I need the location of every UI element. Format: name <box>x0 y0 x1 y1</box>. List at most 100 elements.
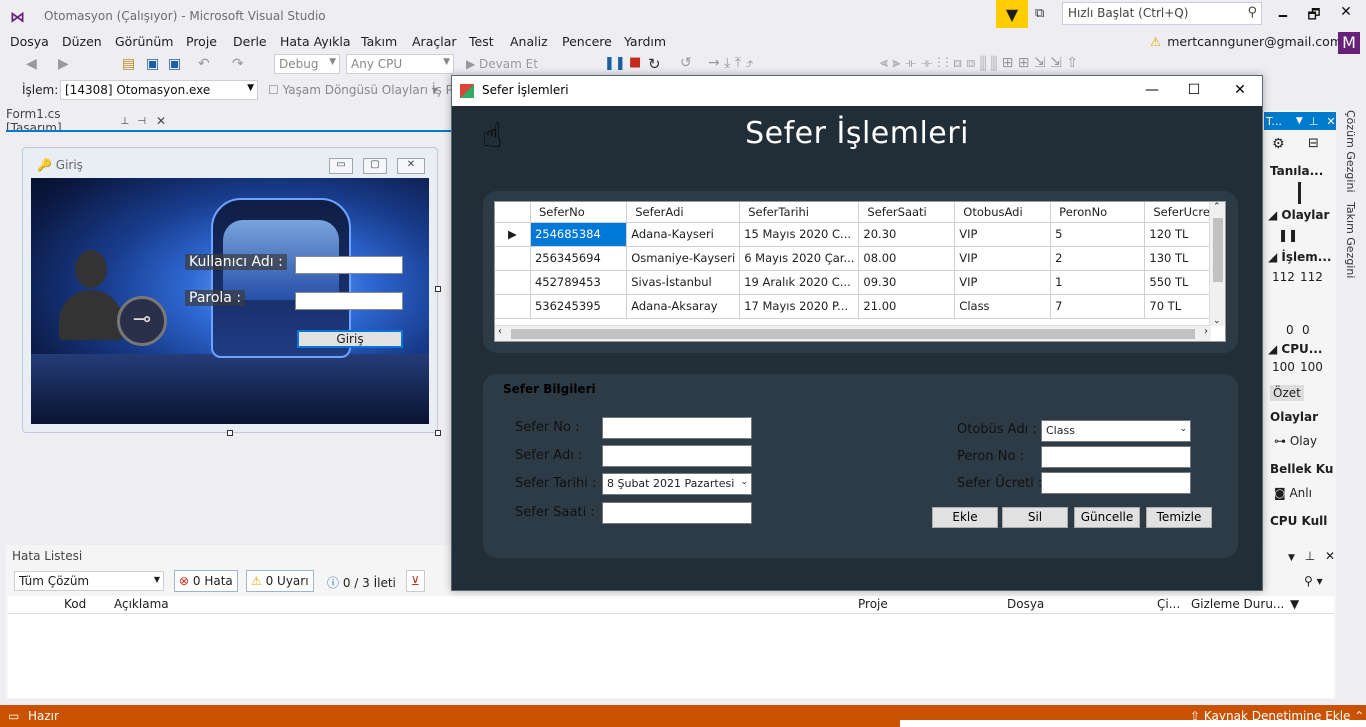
configuration-select[interactable]: Debug ▼ <box>274 54 340 74</box>
column-seferadi[interactable]: SeferAdi <box>626 202 741 223</box>
hot-reload-icon[interactable]: ↺ <box>680 55 692 71</box>
maximize-button[interactable]: 🗗 <box>1299 4 1329 24</box>
login-button[interactable]: Giriş <box>297 330 403 348</box>
table-cell[interactable]: 17 Mayıs 2020 P... <box>739 294 860 319</box>
menu-hata-ayikla[interactable]: Hata Ayıkla <box>280 34 351 49</box>
close-button[interactable]: ✕ <box>1331 4 1361 24</box>
scroll-thumb[interactable] <box>511 329 1195 339</box>
column-dosya[interactable]: Dosya <box>1007 597 1044 611</box>
scroll-right-icon[interactable]: › <box>1204 326 1208 337</box>
menu-duzen[interactable]: Düzen <box>62 34 102 49</box>
column-satir[interactable]: Çi... <box>1157 597 1180 611</box>
messages-filter-button[interactable]: ⓘ 0 / 3 İleti <box>322 570 401 592</box>
table-cell[interactable]: 09.30 <box>858 270 956 295</box>
scroll-up-icon[interactable]: ⌃ <box>1213 202 1221 212</box>
form-maximize-button[interactable]: ▢ <box>363 158 387 174</box>
clear-button[interactable]: Temizle <box>1146 507 1212 528</box>
add-button[interactable]: Ekle <box>932 507 998 528</box>
table-row[interactable]: ▶ 254685384 Adana-Kayseri 15 Mayıs 2020 … <box>495 222 1225 247</box>
tab-summary[interactable]: Özet <box>1270 385 1304 401</box>
dialog-minimize-button[interactable]: — <box>1142 82 1162 98</box>
redo-icon[interactable]: ↷ <box>232 56 244 72</box>
undo-icon[interactable]: ↶ <box>198 56 210 72</box>
tab-form1-designer[interactable]: Form1.cs [Tasarım] ⊥ ⊣ ✕ <box>6 107 166 135</box>
process-select[interactable]: [14308] Otomasyon.exe ▼ <box>60 80 258 100</box>
column-seferno[interactable]: SeferNo <box>530 202 628 223</box>
menu-proje[interactable]: Proje <box>186 34 217 49</box>
row-selector-icon[interactable]: ▶ <box>495 222 531 247</box>
table-row[interactable]: 536245395 Adana-Aksaray 17 Mayıs 2020 P.… <box>495 294 1225 319</box>
column-proje[interactable]: Proje <box>858 597 888 611</box>
table-cell[interactable]: Class <box>954 294 1052 319</box>
sefer-no-input[interactable] <box>602 417 752 439</box>
events-label[interactable]: ◢ Olaylar <box>1268 208 1329 222</box>
table-cell[interactable]: 536245395 <box>530 294 628 319</box>
table-cell[interactable]: 15 Mayıs 2020 C... <box>739 222 860 247</box>
close-tab-icon[interactable]: ✕ <box>156 114 166 128</box>
search-icon[interactable]: ⚲ ▾ <box>1304 574 1323 588</box>
table-cell[interactable]: VIP <box>954 222 1052 247</box>
table-cell[interactable]: 19 Aralık 2020 C... <box>739 270 860 295</box>
resize-handle[interactable] <box>435 430 441 436</box>
table-cell[interactable]: 21.00 <box>858 294 956 319</box>
layout-tools-icon[interactable]: ⫷ ⫸ ⟛ ⟛ ⫶ ⫶ ⧈ ⧈ ⫼ ⫼ ⊞ ⊞ ⇲ ⇲ ⇧ <box>880 55 1078 71</box>
column-otobusadi[interactable]: OtobusAdi <box>954 202 1052 223</box>
resize-handle[interactable] <box>227 430 233 436</box>
row-selector[interactable] <box>495 246 531 271</box>
forward-icon[interactable]: ▶ <box>58 56 69 72</box>
back-icon[interactable]: ◀ <box>26 56 37 72</box>
events-link[interactable]: ⊶ Olay <box>1274 434 1317 448</box>
table-cell[interactable]: 452789453 <box>530 270 628 295</box>
table-row[interactable]: 452789453 Sivas-İstanbul 19 Aralık 2020 … <box>495 270 1225 295</box>
open-folder-icon[interactable]: ▤ <box>122 56 135 72</box>
minimize-button[interactable]: 🗕 <box>1268 4 1298 24</box>
chevron-down-icon[interactable]: ▼ <box>1296 116 1303 126</box>
column-peronno[interactable]: PeronNo <box>1050 202 1146 223</box>
errors-filter-button[interactable]: ⊗ 0 Hata <box>174 570 238 592</box>
table-cell[interactable]: VIP <box>954 246 1052 271</box>
feedback-filter-icon[interactable]: ▼ <box>996 0 1028 28</box>
designer-login-form[interactable]: 🔑 Giriş ▭ ▢ ✕ ⊸ Kullanıcı Adı : Parola :… <box>22 147 438 433</box>
live-share-icon[interactable]: ⧉ <box>1035 6 1044 21</box>
menu-gorunum[interactable]: Görünüm <box>115 34 173 49</box>
column-sefersaati[interactable]: SeferSaati <box>858 202 956 223</box>
table-cell[interactable]: Sivas-İstanbul <box>626 270 741 295</box>
pause-icon[interactable]: ❚❚ <box>1278 228 1298 242</box>
platform-select[interactable]: Any CPU ▼ <box>346 54 454 74</box>
quick-launch-input[interactable]: Hızlı Başlat (Ctrl+Q) ⚲ <box>1062 2 1262 25</box>
sefer-data-grid[interactable]: SeferNo SeferAdi SeferTarihi SeferSaati … <box>494 201 1226 342</box>
table-cell[interactable]: 2 <box>1050 246 1146 271</box>
otobus-adi-select[interactable]: Class ⌄ <box>1041 420 1191 442</box>
column-gizleme[interactable]: Gizleme Duru... <box>1191 597 1284 611</box>
tab-solution-explorer[interactable]: Çözüm Gezgini <box>1344 110 1357 193</box>
sefer-adi-input[interactable] <box>602 445 752 467</box>
table-cell[interactable]: 08.00 <box>858 246 956 271</box>
menu-pencere[interactable]: Pencere <box>562 34 612 49</box>
username-input[interactable] <box>295 256 403 274</box>
form-minimize-button[interactable]: ▭ <box>329 158 353 174</box>
filter-icon[interactable]: ▼ <box>1290 597 1299 611</box>
table-cell[interactable]: 254685384 <box>530 222 628 247</box>
column-kod[interactable]: Kod <box>64 597 86 611</box>
export-icon[interactable]: ⊟ <box>1308 136 1319 151</box>
delete-button[interactable]: Sil <box>1002 507 1068 528</box>
form-close-button[interactable]: ✕ <box>397 158 425 174</box>
menu-yardim[interactable]: Yardım <box>624 34 666 49</box>
snapshot-link[interactable]: ◙ Anlı <box>1274 486 1312 500</box>
grid-horizontal-scrollbar[interactable]: ‹ › <box>495 325 1211 341</box>
menu-dosya[interactable]: Dosya <box>10 34 49 49</box>
row-selector[interactable] <box>495 294 531 319</box>
table-cell[interactable]: Adana-Kayseri <box>626 222 741 247</box>
tab-team-explorer[interactable]: Takım Gezgini <box>1344 202 1357 278</box>
scroll-left-icon[interactable]: ‹ <box>498 326 502 337</box>
save-all-icon[interactable]: ▣ <box>168 56 181 72</box>
pin-icon[interactable]: ⊥ <box>1305 549 1315 563</box>
menu-derle[interactable]: Derle <box>233 34 267 49</box>
update-button[interactable]: Güncelle <box>1074 507 1140 528</box>
menu-takim[interactable]: Takım <box>361 34 397 49</box>
menu-analiz[interactable]: Analiz <box>510 34 548 49</box>
resize-handle[interactable] <box>435 286 441 292</box>
scroll-down-icon[interactable]: ⌄ <box>1213 316 1221 326</box>
pin-icon[interactable]: ⊥ <box>121 116 130 127</box>
close-icon[interactable]: ✕ <box>1325 549 1335 563</box>
